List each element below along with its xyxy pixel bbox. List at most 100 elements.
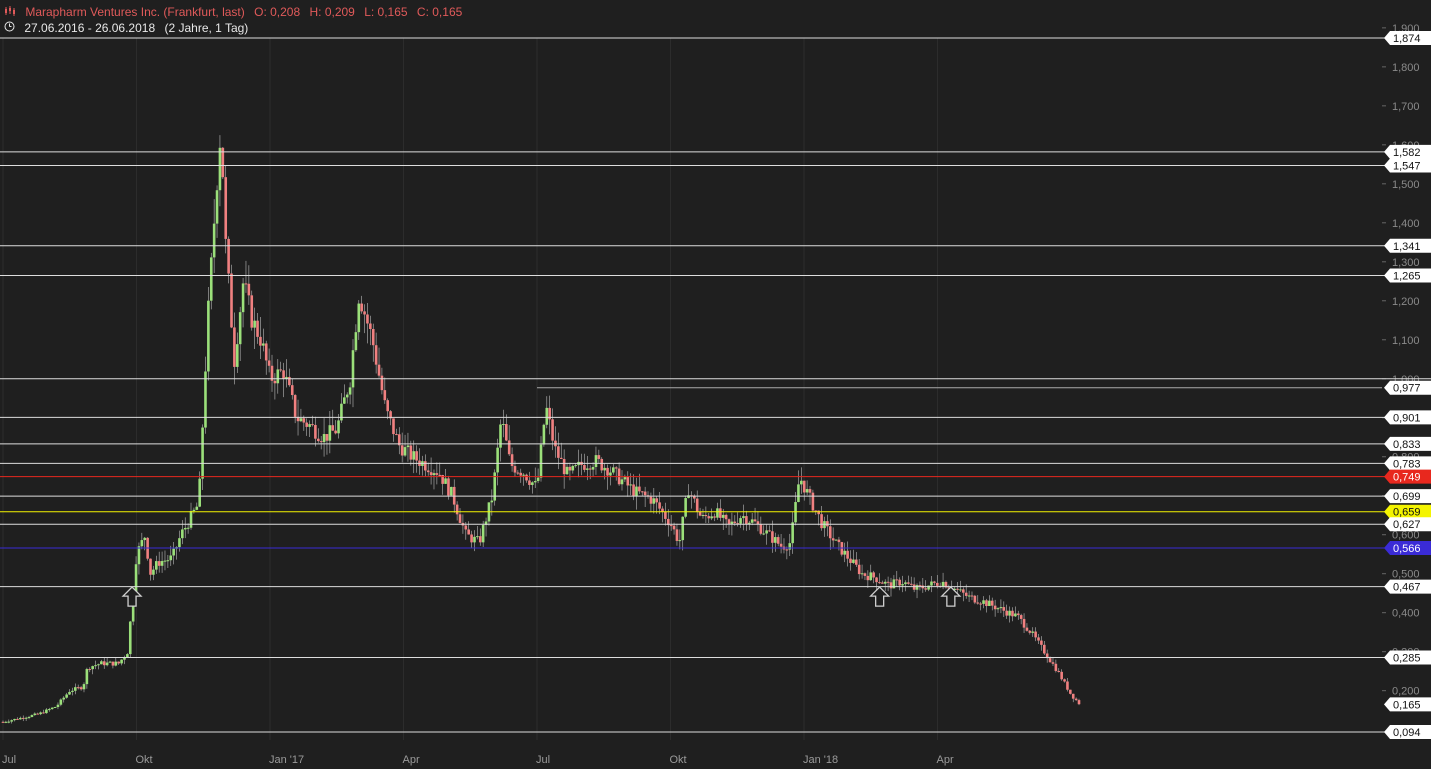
candle-body-309 [895, 579, 899, 581]
candle-body-176 [510, 454, 514, 467]
candle-body-364 [1054, 663, 1058, 671]
candle-body-43 [126, 654, 129, 658]
candle-body-312 [904, 582, 907, 585]
candle-body-293 [849, 558, 852, 563]
price-chart[interactable]: 0,2000,3000,4000,5000,6000,7000,8000,900… [0, 0, 1431, 769]
candle-body-139 [403, 447, 407, 456]
candle-body-277 [802, 480, 806, 493]
candle-body-36 [105, 662, 109, 666]
candle-body-136 [395, 434, 398, 436]
candle-body-124 [360, 303, 363, 312]
candle-body-35 [102, 661, 106, 666]
candle-body-67 [195, 506, 199, 510]
candle-body-13 [39, 712, 42, 715]
candle-body-163 [473, 536, 476, 543]
candle-body-259 [750, 519, 754, 523]
candle-body-110 [319, 441, 323, 443]
extra-label-0: 0,977 [1393, 383, 1421, 395]
candle-body-185 [536, 477, 540, 482]
level-label-16: 0,094 [1393, 727, 1421, 739]
candle-body-160 [464, 525, 468, 530]
candle-body-253 [733, 521, 737, 524]
candle-body-61 [178, 538, 181, 548]
candle-body-317 [918, 585, 922, 587]
candle-body-273 [791, 522, 794, 544]
candle-body-55 [160, 561, 164, 566]
candle-body-8 [24, 717, 28, 719]
candle-body-369 [1069, 689, 1072, 694]
candle-body-262 [759, 523, 763, 534]
x-tick-label-0: Jul [2, 754, 16, 766]
candle-body-372 [1077, 700, 1081, 705]
candle-body-296 [857, 564, 861, 575]
candle-body-108 [314, 424, 317, 439]
candle-body-211 [612, 467, 615, 473]
candle-body-113 [328, 425, 332, 441]
candle-body-212 [614, 467, 618, 469]
candle-body-7 [21, 717, 25, 719]
candle-body-196 [568, 466, 572, 471]
candle-body-289 [837, 539, 841, 543]
candle-body-224 [649, 496, 653, 504]
candle-body-362 [1048, 658, 1052, 663]
candle-body-194 [562, 458, 566, 475]
candle-body-128 [371, 329, 375, 346]
candle-body-90 [262, 343, 265, 346]
candle-body-16 [47, 709, 51, 711]
candle-body-33 [97, 664, 100, 666]
candle-body-231 [669, 525, 673, 527]
candle-body-314 [909, 583, 913, 585]
y-tick-label-0: 0,200 [1392, 686, 1420, 698]
candle-body-339 [982, 600, 985, 604]
candle-body-202 [585, 468, 589, 470]
y-tick-label-3: 0,500 [1392, 569, 1420, 581]
candle-body-350 [1014, 613, 1017, 617]
y-tick-label-12: 1,400 [1392, 218, 1420, 230]
candle-body-198 [574, 465, 578, 467]
candle-body-5 [16, 718, 19, 720]
candle-body-171 [496, 447, 499, 473]
candle-body-247 [716, 508, 719, 518]
candle-body-182 [528, 480, 531, 485]
candle-body-11 [33, 713, 37, 716]
candle-body-114 [331, 425, 335, 431]
candle-body-359 [1040, 640, 1043, 645]
candle-body-286 [828, 526, 832, 539]
candle-body-97 [282, 370, 285, 379]
candle-body-49 [143, 537, 147, 541]
candle-body-153 [444, 478, 447, 484]
candle-body-349 [1011, 610, 1014, 617]
candle-body-316 [915, 585, 919, 590]
candle-body-77 [224, 177, 228, 239]
candle-body-89 [259, 336, 262, 346]
candle-body-73 [212, 223, 216, 258]
candle-body-30 [88, 669, 92, 671]
candle-body-173 [502, 424, 505, 426]
candle-body-147 [426, 470, 430, 473]
candle-body-92 [267, 360, 271, 366]
candle-body-276 [800, 480, 803, 485]
candle-body-263 [762, 533, 766, 535]
y-tick-label-11: 1,300 [1392, 257, 1420, 269]
candle-body-32 [94, 665, 97, 667]
candle-body-56 [163, 560, 167, 562]
candle-body-75 [218, 147, 222, 191]
candle-body-265 [768, 530, 771, 532]
candle-body-315 [912, 584, 916, 590]
candle-body-141 [409, 445, 413, 460]
candle-body-365 [1057, 670, 1061, 672]
candle-body-100 [290, 385, 294, 396]
candle-body-135 [392, 418, 395, 435]
level-label-8: 0,783 [1393, 458, 1421, 470]
candle-body-86 [250, 295, 254, 328]
candle-body-6 [19, 717, 22, 720]
candle-body-23 [68, 691, 71, 695]
level-label-15: 0,285 [1393, 653, 1421, 665]
candle-body-234 [678, 540, 682, 542]
candle-body-39 [114, 661, 118, 666]
candle-body-117 [340, 403, 343, 421]
candle-body-297 [860, 573, 864, 575]
candle-body-283 [820, 514, 823, 529]
level-label-4: 1,265 [1393, 270, 1421, 282]
candle-body-219 [635, 486, 638, 497]
